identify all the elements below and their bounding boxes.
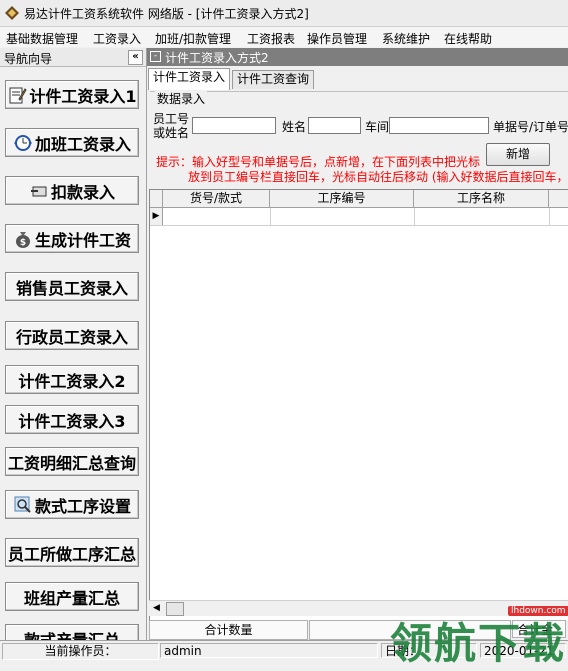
nav-item-label: 计件工资录入2 xyxy=(18,371,126,391)
date-label: 日期： xyxy=(381,643,477,658)
employee-name-label: 或姓名 xyxy=(153,126,190,140)
add-button[interactable]: 新增 xyxy=(486,143,550,166)
nav-item-overtime[interactable]: 加班工资录入 xyxy=(5,128,139,157)
nav-item-label: 生成计件工资 xyxy=(34,230,131,250)
collapse-icon[interactable]: « xyxy=(128,50,143,65)
search-magnifier-icon xyxy=(14,496,31,513)
menu-online-help[interactable]: 在线帮助 xyxy=(444,30,492,47)
menu-wage-report[interactable]: 工资报表 xyxy=(247,30,295,47)
nav-item-label: 款式产量汇总 xyxy=(23,630,120,641)
nav-item-piece-wage-1[interactable]: 计件工资录入1 xyxy=(5,80,139,109)
nav-item-label: 加班工资录入 xyxy=(34,134,131,154)
nav-item-label: 工资明细汇总查询 xyxy=(7,453,136,473)
column-header[interactable]: 货号/款式 xyxy=(163,190,270,207)
nav-item-wage-summary[interactable]: 工资明细汇总查询 xyxy=(5,447,139,476)
pencil-sheet-icon xyxy=(9,87,28,103)
nav-item-sales-wage[interactable]: 销售员工资录入 xyxy=(5,272,139,301)
nav-item-piece-wage-2[interactable]: 计件工资录入2 xyxy=(5,365,139,394)
total-amount-label: 合计金 xyxy=(512,620,566,638)
nav-item-deduction[interactable]: 扣款录入 xyxy=(5,176,139,205)
grid-header: 货号/款式 工序编号 工序名称 xyxy=(150,190,568,208)
nav-item-label: 计件工资录入3 xyxy=(18,411,126,431)
nav-item-employee-process[interactable]: 员工所做工序汇总 xyxy=(5,538,139,567)
main-panel: - 计件工资录入方式2 计件工资录入 计件工资查询 数据录入 员工号 或姓名 姓… xyxy=(147,48,568,640)
group-title: 数据录入 xyxy=(155,90,208,107)
scroll-thumb[interactable] xyxy=(166,602,184,616)
nav-item-team-output[interactable]: 班组产量汇总 xyxy=(5,582,139,611)
entry-grid[interactable]: 货号/款式 工序编号 工序名称 ▶ xyxy=(149,189,568,633)
svg-text:$: $ xyxy=(20,238,26,248)
table-row[interactable]: ▶ xyxy=(150,208,568,226)
nav-item-admin-wage[interactable]: 行政员工资录入 xyxy=(5,321,139,350)
status-bar: 当前操作员： admin 日期： 2020-01-21 xyxy=(0,640,568,660)
tab-piece-query[interactable]: 计件工资查询 xyxy=(232,70,315,89)
menu-basic-data[interactable]: 基础数据管理 xyxy=(6,30,78,47)
title-bar: 易达计件工资系统软件 网络版 - [计件工资录入方式2] xyxy=(0,0,568,27)
nav-item-label: 班组产量汇总 xyxy=(23,588,120,608)
date-value: 2020-01-21 xyxy=(480,643,566,658)
total-quantity-value xyxy=(309,620,511,640)
tab-piece-entry[interactable]: 计件工资录入 xyxy=(148,68,231,90)
panel-header: - 计件工资录入方式2 xyxy=(147,48,568,66)
scroll-left-icon[interactable]: ◀ xyxy=(153,603,160,613)
nav-item-label: 计件工资录入1 xyxy=(29,86,137,106)
panel-title: 计件工资录入方式2 xyxy=(165,51,269,65)
nav-item-style-output[interactable]: 款式产量汇总 xyxy=(5,624,139,640)
hint-text-line2: 放到员工编号栏直接回车，光标自动往后移动 (输入好数据后直接回车，光 xyxy=(188,170,568,184)
menu-system[interactable]: 系统维护 xyxy=(382,30,430,47)
nav-item-label: 扣款录入 xyxy=(50,182,115,202)
grid-cell[interactable] xyxy=(163,208,271,225)
row-pointer-icon: ▶ xyxy=(150,208,163,225)
workshop-input[interactable] xyxy=(389,117,489,134)
horizontal-scrollbar[interactable]: ◀ xyxy=(149,600,568,616)
menu-wage-entry[interactable]: 工资录入 xyxy=(93,30,141,47)
nav-item-label: 销售员工资录入 xyxy=(15,278,128,298)
deduct-icon xyxy=(30,186,47,196)
nav-item-label: 员工所做工序汇总 xyxy=(7,544,136,564)
nav-item-generate-wage[interactable]: $ 生成计件工资 xyxy=(5,224,139,253)
menu-bar: 基础数据管理 工资录入 加班/扣款管理 工资报表 操作员管理 系统维护 在线帮助 xyxy=(0,27,568,47)
menu-operator[interactable]: 操作员管理 xyxy=(307,30,367,47)
grid-corner xyxy=(150,190,163,207)
grid-footer: 合计数量 合计金 xyxy=(147,620,568,640)
window-title: 易达计件工资系统软件 网络版 - [计件工资录入方式2] xyxy=(24,7,309,21)
column-header[interactable]: 工序名称 xyxy=(414,190,549,207)
operator-label: 当前操作员： xyxy=(2,643,159,660)
grid-cell[interactable] xyxy=(414,208,550,225)
menu-overtime-deduction[interactable]: 加班/扣款管理 xyxy=(155,30,231,47)
order-number-label: 单据号/订单号 xyxy=(493,120,568,134)
total-quantity-label: 合计数量 xyxy=(149,620,308,640)
app-logo-icon xyxy=(5,6,19,20)
minimize-icon[interactable]: - xyxy=(150,51,161,62)
employee-id-input[interactable] xyxy=(192,117,276,134)
column-header[interactable]: 工序编号 xyxy=(270,190,414,207)
nav-panel: 导航向导 « 计件工资录入1 加班工资录入 扣款录入 $ 生成计件工资 销售员工… xyxy=(0,48,147,640)
nav-item-piece-wage-3[interactable]: 计件工资录入3 xyxy=(5,405,139,434)
name-label: 姓名 xyxy=(282,120,307,134)
nav-item-label: 款式工序设置 xyxy=(34,496,131,516)
operator-value: admin xyxy=(160,643,378,658)
workshop-label: 车间 xyxy=(365,120,390,134)
nav-item-style-process[interactable]: 款式工序设置 xyxy=(5,490,139,519)
name-input[interactable] xyxy=(308,117,361,134)
nav-title: 导航向导 xyxy=(4,52,53,66)
money-bag-icon: $ xyxy=(15,231,30,248)
clock-arrows-icon xyxy=(13,134,32,151)
grid-cell[interactable] xyxy=(270,208,415,225)
nav-item-label: 行政员工资录入 xyxy=(15,327,128,347)
nav-header: 导航向导 « xyxy=(0,48,146,67)
